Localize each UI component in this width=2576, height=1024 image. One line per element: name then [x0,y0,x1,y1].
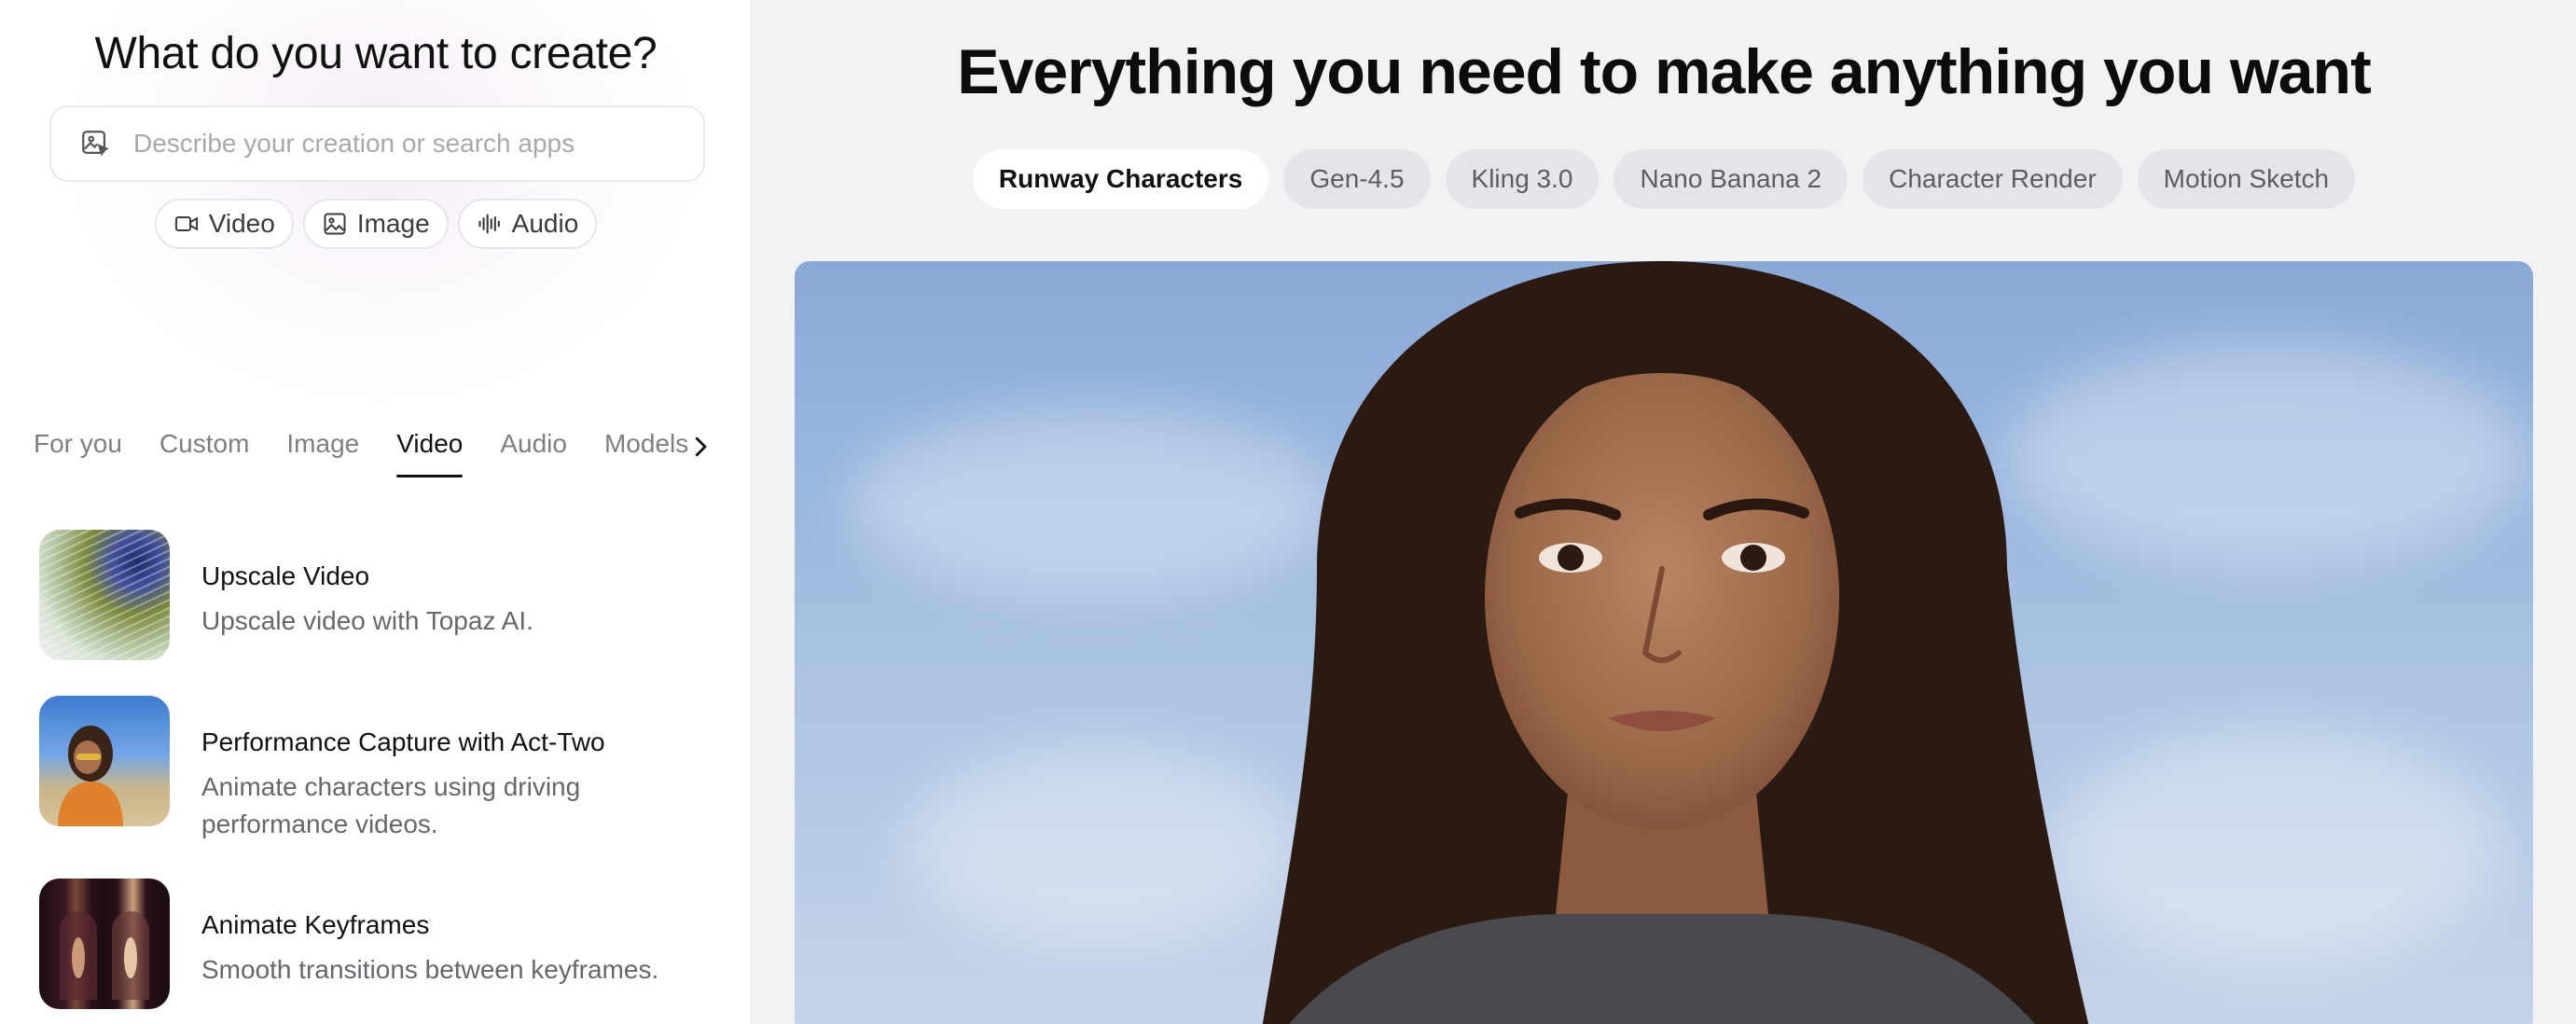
showcase-panel: Everything you need to make anything you… [752,0,2576,1024]
audio-chip-label: Audio [511,209,579,238]
video-camera-icon [174,216,198,231]
upscale-video-thumbnail [39,530,170,660]
app-name: Upscale Video [201,561,370,590]
animate-keyframes-thumbnail [39,879,170,1009]
tab-models[interactable]: Models [604,429,688,477]
app-root: What do you want to create? Video [0,0,2576,1024]
model-pill-runway-characters[interactable]: Runway Characters [972,149,1269,209]
video-chip-label: Video [208,209,275,238]
audio-chip[interactable]: Audio [457,199,598,249]
app-description: Upscale video with Topaz AI. [201,606,533,635]
model-pill-nano-banana-2[interactable]: Nano Banana 2 [1613,149,1849,209]
model-pill-kling-3-0[interactable]: Kling 3.0 [1445,149,1600,209]
app-name: Animate Keyframes [201,910,430,939]
tab-custom[interactable]: Custom [159,429,249,477]
tab-for-you[interactable]: For you [34,429,122,477]
image-icon [324,213,346,235]
search-box[interactable] [49,105,705,182]
chevron-right-icon[interactable] [686,433,714,461]
audio-waveform-icon [478,214,500,234]
image-chip[interactable]: Image [302,199,449,249]
model-pill-motion-sketch[interactable]: Motion Sketch [2137,149,2356,209]
app-description: Smooth transitions between keyframes. [201,955,659,984]
category-tabs: For you Custom Image Video Audio Models [34,429,733,489]
create-title: What do you want to create? [94,29,658,78]
app-list: Upscale Video Upscale video with Topaz A… [39,530,729,1024]
model-pill-character-render[interactable]: Character Render [1863,149,2123,209]
search-input[interactable] [133,129,656,159]
tab-audio[interactable]: Audio [500,429,567,477]
video-chip[interactable]: Video [154,199,294,249]
image-chip-label: Image [356,209,430,238]
model-pill-gen-4-5[interactable]: Gen-4.5 [1283,149,1431,209]
app-item-animate-keyframes[interactable]: Animate Keyframes Smooth transitions bet… [39,879,729,1009]
create-panel: What do you want to create? Video [0,0,752,1024]
portrait-figure [1262,261,2089,1024]
performance-capture-thumbnail [39,696,170,826]
app-description: Animate characters using driving perform… [201,772,581,838]
app-item-performance-capture[interactable]: Performance Capture with Act-Two Animate… [39,696,729,843]
tab-image[interactable]: Image [286,429,359,477]
tab-video[interactable]: Video [396,429,464,477]
media-type-chips: Video Image Audio [0,199,751,249]
app-name: Performance Capture with Act-Two [201,727,605,756]
preview-image[interactable] [795,261,2533,1024]
model-selector: Runway Characters Gen-4.5 Kling 3.0 Nano… [752,149,2576,209]
image-search-icon [82,131,109,157]
app-item-upscale-video[interactable]: Upscale Video Upscale video with Topaz A… [39,530,729,660]
hero-title: Everything you need to make anything you… [957,36,2371,107]
